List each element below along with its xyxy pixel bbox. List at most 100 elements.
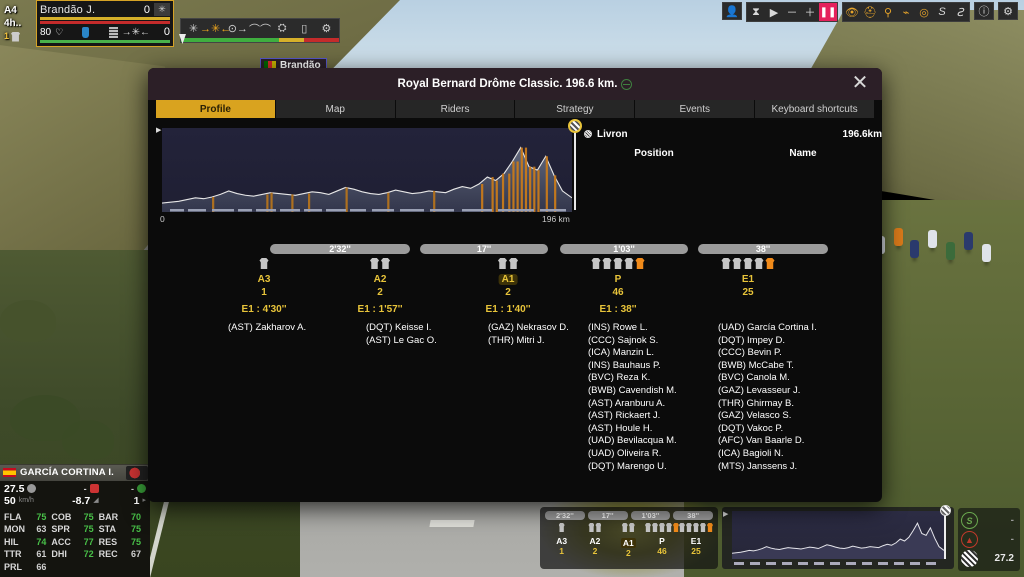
list-item[interactable]: (GAZ) Velasco S. [718, 410, 817, 423]
mini-groups-bar[interactable]: 2'32'' 17'' 1'03'' 38'' A3 1 A2 2 A1 2 P 46 E1 25 [540, 507, 718, 569]
group-p-label[interactable]: P [615, 274, 622, 285]
list-item[interactable]: (INS) Bauhaus P. [588, 360, 677, 373]
selected-rider-card[interactable]: Brandão J. 0 ✳ 80 ♡ →✳← 0 [36, 0, 174, 47]
attribute-key: HIL [4, 536, 19, 547]
chart-cursor-handle[interactable] [568, 119, 582, 133]
list-item[interactable]: (AST) Houle H. [588, 423, 677, 436]
speed-increase-button[interactable]: ＋ [801, 3, 819, 21]
mini-cursor-handle[interactable] [940, 505, 951, 516]
play-cursor-icon[interactable]: ▶ [723, 510, 728, 518]
group-icon[interactable]: ⛭ [274, 21, 291, 36]
mini-group-a1[interactable]: A1 2 [612, 523, 645, 558]
mini-group-a2[interactable]: A2 2 [578, 523, 611, 558]
jersey-icon-highlight [635, 258, 645, 269]
relay-icon[interactable]: ⊙→ [228, 21, 248, 36]
mini-altitude-profile[interactable]: ▶ [722, 505, 954, 569]
metric-1-value: - [83, 483, 87, 494]
speed-decrease-button[interactable]: － [783, 3, 801, 21]
rider-attributes: FLA 75 MON 63 HIL 74 TTR 61 PRL 66 COB 75 SPR 75 ACC 7… [0, 509, 150, 577]
attribute-row: PRL 66 [4, 561, 51, 574]
altitude-profile-chart[interactable]: ▶ 0 196 km Livron 196.6km Position Name [156, 119, 882, 226]
group-a3-label[interactable]: A3 [258, 274, 271, 285]
list-item[interactable]: (ICA) Bagioli N. [718, 448, 817, 461]
effort-meter[interactable] [179, 34, 339, 44]
mini-group-a3[interactable]: A3 1 [545, 523, 578, 558]
eye-icon[interactable]: 👁 [843, 3, 861, 21]
rider-stat-card[interactable]: GARCÍA CORTINA I. 27.5 50 km/h - -8.7 ◢ … [0, 463, 150, 577]
play-cursor-icon[interactable]: ▶ [156, 126, 161, 134]
play-button[interactable]: ▶ [765, 3, 783, 21]
rider-select-button[interactable]: 👤 [722, 2, 742, 20]
hourglass-icon[interactable]: ⧗ [747, 3, 765, 21]
metric-2-value: - [130, 483, 134, 494]
helmet-icon[interactable]: ⛑ [861, 3, 879, 21]
list-item[interactable]: (UAD) García Cortina I. [718, 322, 817, 335]
list-item[interactable]: (ICA) Manzin L. [588, 347, 677, 360]
mini-group-p[interactable]: P 46 [644, 523, 679, 558]
list-item[interactable]: (CCC) Sajnok S. [588, 335, 677, 348]
speed-unit: km/h [18, 496, 34, 504]
list-item[interactable]: (BVC) Canola M. [718, 372, 817, 385]
jersey-icon [259, 258, 269, 269]
list-item[interactable]: (AST) Zakharov A. [228, 322, 306, 335]
list-item[interactable]: (AST) Aranburu A. [588, 398, 677, 411]
jersey-icon [685, 523, 692, 532]
classification-row[interactable]: S- [961, 511, 1017, 530]
group-e1-label[interactable]: E1 [742, 274, 754, 285]
camera-icon[interactable]: ⌁ [897, 3, 915, 21]
list-item[interactable]: (GAZ) Nekrasov D. [488, 322, 569, 335]
tab-strategy[interactable]: Strategy [515, 100, 636, 118]
tab-riders[interactable]: Riders [395, 100, 516, 118]
group-e1-jerseys [721, 258, 775, 269]
tab-profile[interactable]: Profile [156, 100, 276, 118]
classification-row[interactable]: ▲ - [961, 530, 1017, 549]
list-item[interactable]: (DQT) Marengo U. [588, 461, 677, 474]
tab-keyboard-shortcuts[interactable]: Keyboard shortcuts [755, 100, 874, 118]
list-item[interactable]: (INS) Rowe L. [588, 322, 677, 335]
list-item[interactable]: (THR) Ghirmay B. [718, 398, 817, 411]
attribute-value: 70 [130, 511, 141, 522]
attributes-column-2: COB 75 SPR 75 ACC 77 DHI 72 [51, 511, 98, 574]
list-item[interactable]: (BWB) Cavendish M. [588, 385, 677, 398]
info-icon[interactable]: ⓘ [974, 2, 994, 20]
mini-group-count: 2 [592, 546, 598, 556]
list-item[interactable]: (AFC) Van Baarle D. [718, 435, 817, 448]
group-a2-label[interactable]: A2 [374, 274, 387, 285]
list-item[interactable]: (DQT) Impey D. [718, 335, 817, 348]
wheel-icon[interactable]: ◎ [915, 3, 933, 21]
close-icon[interactable]: ✕ [848, 72, 872, 96]
drink-icon[interactable]: ▯ [296, 21, 313, 36]
tab-events[interactable]: Events [635, 100, 756, 118]
list-item[interactable]: (AST) Le Gac O. [366, 335, 437, 348]
sprint-icon[interactable]: →✳← [200, 21, 231, 36]
list-item[interactable]: (DQT) Vakoc P. [718, 423, 817, 436]
bike-icon[interactable]: ⚲ [879, 3, 897, 21]
classification-value: 27.2 [994, 553, 1014, 564]
list-item[interactable]: (AST) Rickaert J. [588, 410, 677, 423]
list-item[interactable]: (UAD) Bevilacqua M. [588, 435, 677, 448]
list-item[interactable]: (THR) Mitri J. [488, 335, 569, 348]
list-item[interactable]: (CCC) Bevin P. [718, 347, 817, 360]
settings-icon[interactable]: ⚙ [318, 21, 335, 36]
list-item[interactable]: (MTS) Janssens J. [718, 461, 817, 474]
protect-icon[interactable]: ⌒⌒ [249, 21, 271, 36]
s-icon[interactable]: S [933, 3, 951, 21]
list-item[interactable]: (UAD) Oliveira R. [588, 448, 677, 461]
effort-icon[interactable]: ✳ [154, 3, 170, 16]
list-item[interactable]: (GAZ) Levasseur J. [718, 385, 817, 398]
pause-button[interactable]: ❚❚ [819, 3, 837, 21]
mini-chart-plot [731, 511, 945, 559]
tab-map[interactable]: Map [275, 100, 396, 118]
classification-row[interactable]: 27.2 [961, 549, 1017, 568]
gap-a2-a1: 17'' [420, 244, 548, 254]
attribute-value: 75 [83, 524, 94, 534]
mini-group-e1[interactable]: E1 25 [678, 523, 713, 558]
list-item[interactable]: (BWB) McCabe T. [718, 360, 817, 373]
list-item[interactable]: (DQT) Keisse I. [366, 322, 437, 335]
s-curve-icon[interactable]: Ꙅ [951, 3, 969, 21]
bottle-icon[interactable] [82, 26, 90, 38]
gear-icon[interactable]: ⚙ [998, 2, 1018, 20]
attack-icon[interactable]: →✳← [122, 27, 150, 38]
group-a1-label[interactable]: A1 [498, 274, 518, 285]
list-item[interactable]: (BVC) Reza K. [588, 372, 677, 385]
